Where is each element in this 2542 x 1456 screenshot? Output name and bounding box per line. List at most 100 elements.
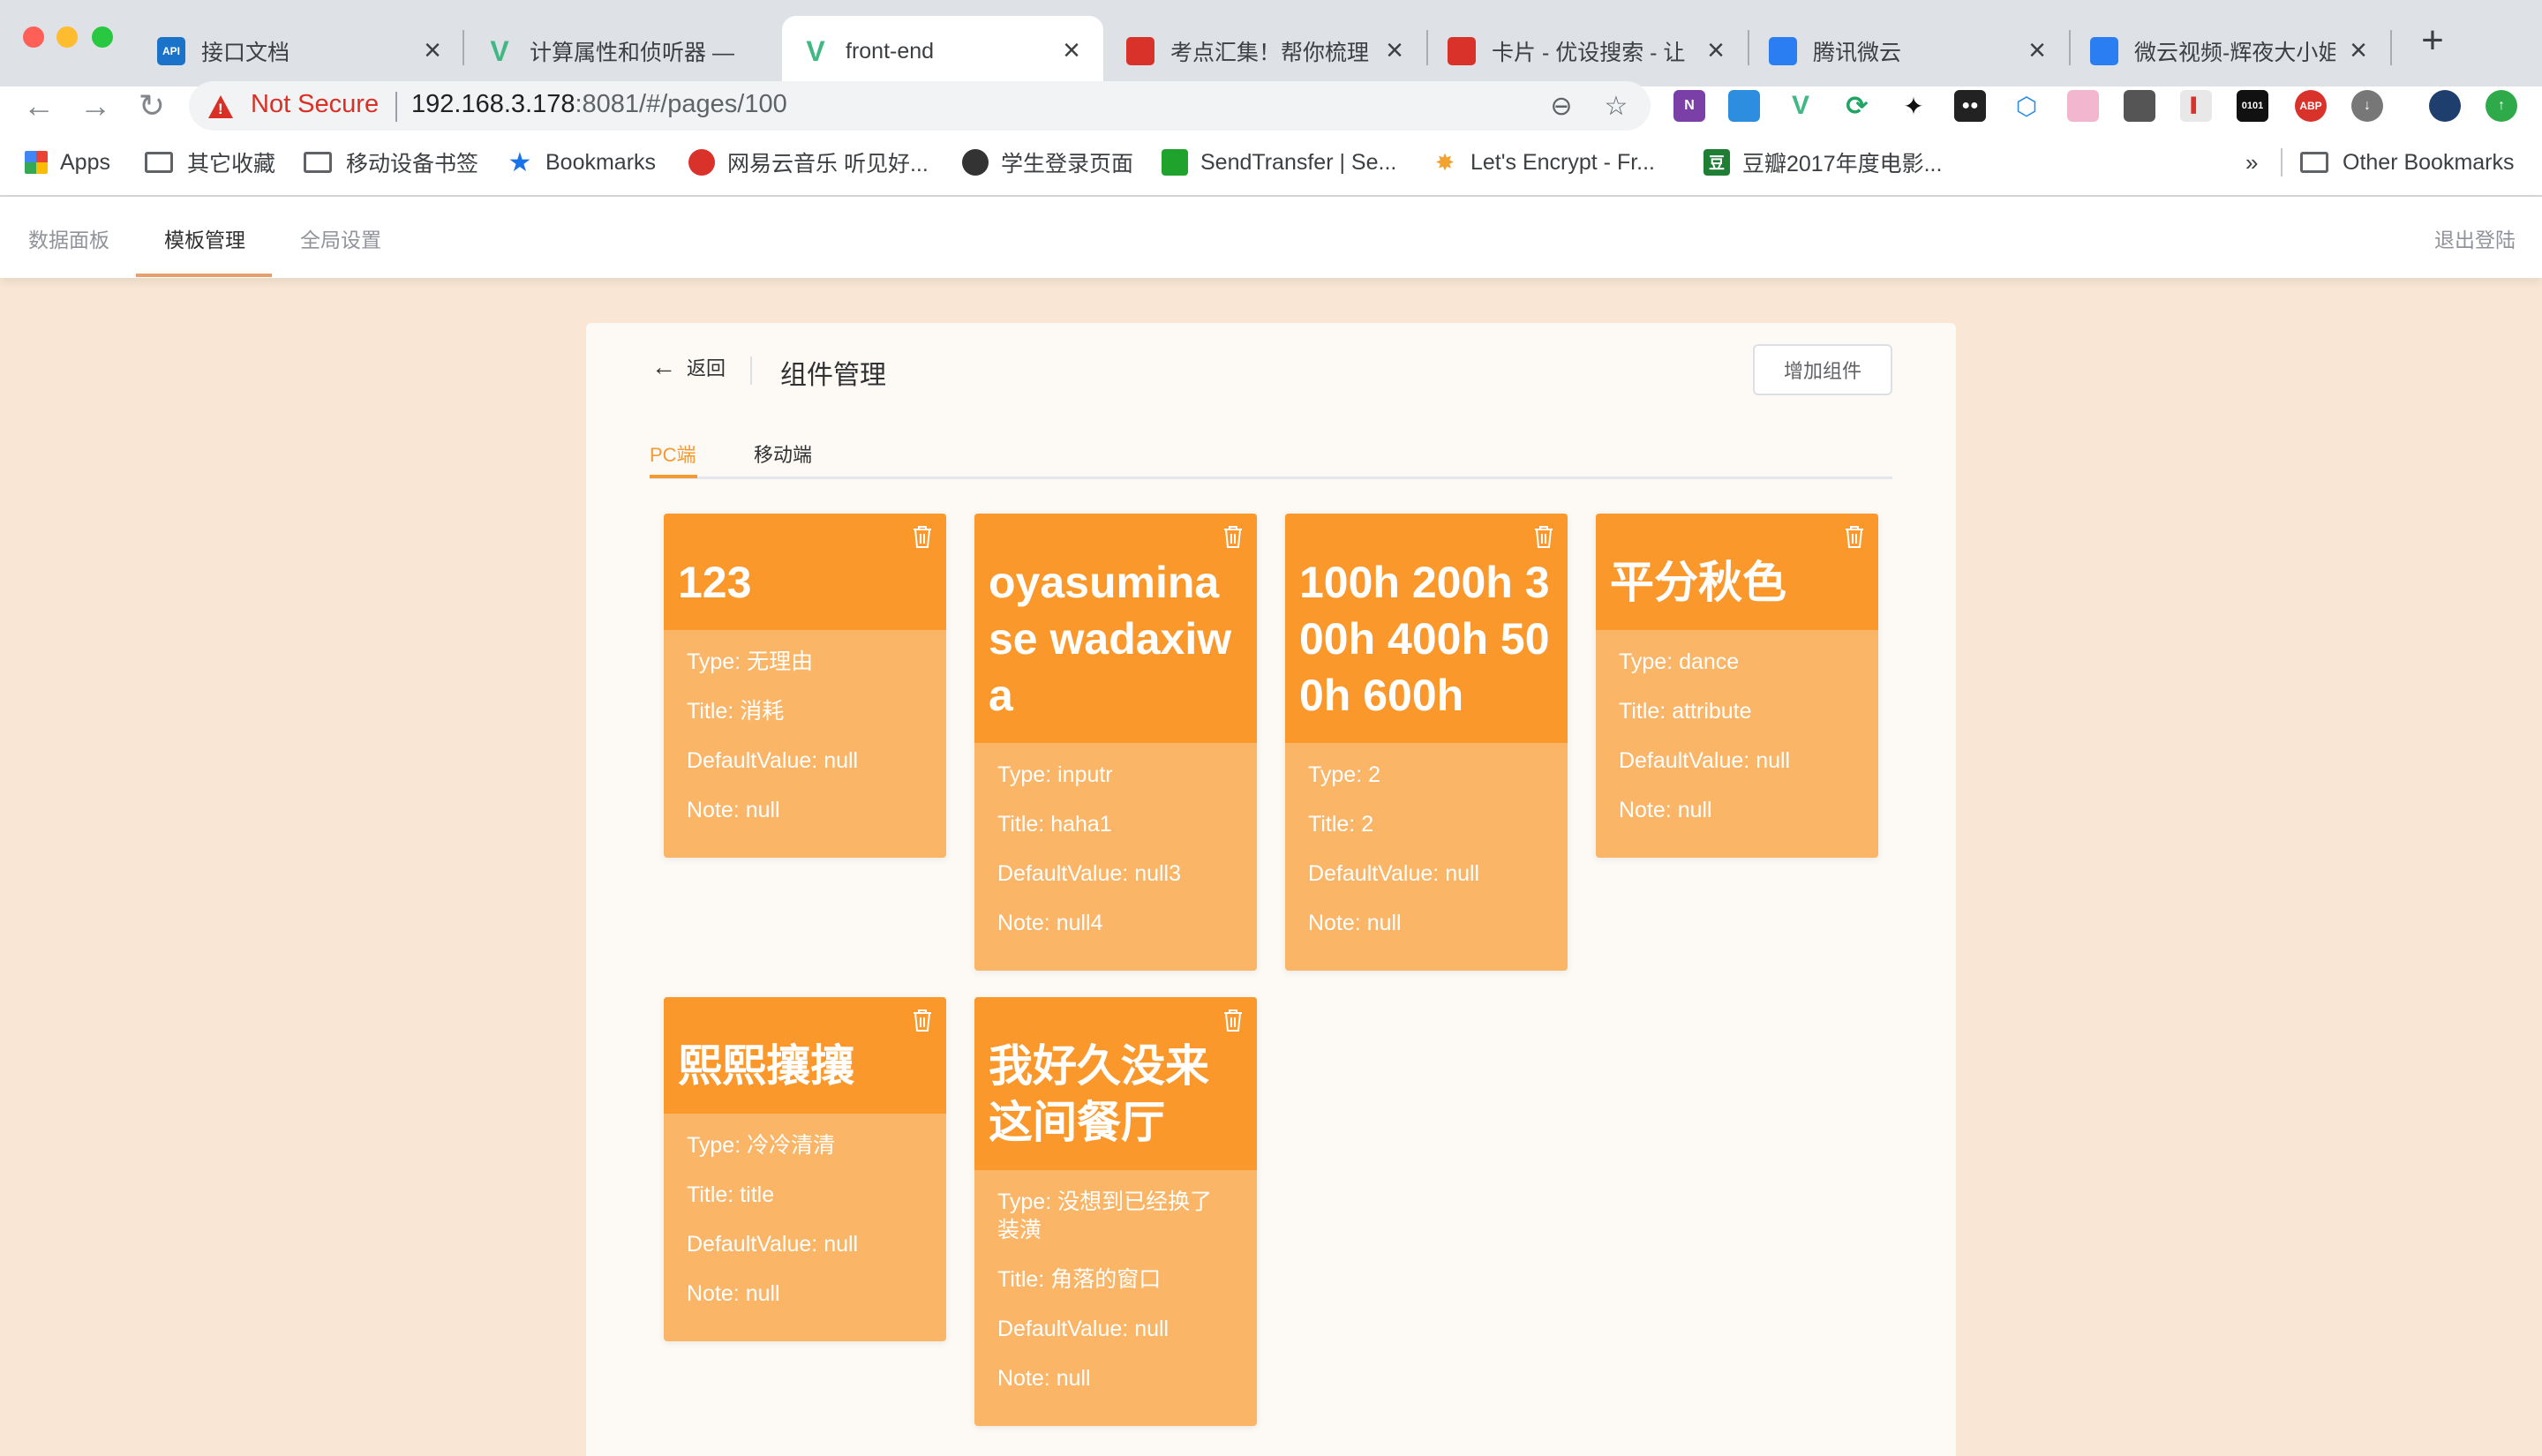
- folder-icon: [2300, 152, 2328, 173]
- reload-icon[interactable]: ↻: [134, 88, 169, 124]
- tab-close-icon[interactable]: ×: [420, 35, 445, 65]
- forward-arrow-icon[interactable]: →: [78, 88, 113, 124]
- folder-icon: [304, 152, 332, 173]
- security-indicator[interactable]: Not Secure: [251, 90, 379, 119]
- vue-devtools-icon[interactable]: V: [1785, 90, 1816, 122]
- tab-close-icon[interactable]: ×: [1703, 35, 1728, 65]
- tab-active-indicator: [650, 475, 697, 478]
- letsencrypt-icon: ✸: [1435, 148, 1455, 176]
- component-card[interactable]: 我好久没来这间餐厅 Type: 没想到已经换了装潢 Title: 角落的窗口 D…: [974, 997, 1257, 1426]
- extension-icon[interactable]: ✦: [1898, 90, 1929, 122]
- url-host: 192.168.3.178: [411, 90, 575, 118]
- window-maximize-button[interactable]: [92, 26, 113, 48]
- trash-icon[interactable]: [911, 524, 934, 549]
- zoom-icon[interactable]: ⊖: [1546, 92, 1576, 122]
- extension-icon[interactable]: ●●: [1954, 90, 1986, 122]
- download-icon[interactable]: ↓: [2351, 90, 2383, 122]
- bookmark-item[interactable]: ★ Bookmarks: [507, 145, 657, 180]
- sync-extension-icon[interactable]: ⟳: [1841, 90, 1873, 122]
- trash-icon[interactable]: [1222, 524, 1245, 549]
- tab-close-icon[interactable]: ×: [1059, 35, 1084, 65]
- tab-close-icon[interactable]: ×: [2025, 35, 2049, 65]
- card-body: Type: 无理由 Title: 消耗 DefaultValue: null N…: [664, 630, 946, 858]
- back-button[interactable]: ← 返回: [651, 353, 726, 381]
- bookmark-folder[interactable]: 移动设备书签: [304, 145, 478, 180]
- binary-extension-icon[interactable]: 0101: [2237, 90, 2268, 122]
- card-body: Type: dance Title: attribute DefaultValu…: [1596, 630, 1878, 858]
- tab-title: 腾讯微云: [1813, 41, 1902, 65]
- card-note: Note: null: [1308, 911, 1402, 935]
- apps-grid-icon: [25, 151, 48, 174]
- weiyun-icon: [1769, 37, 1797, 65]
- browser-tab[interactable]: 卡片 - 优设搜索 - 让 ×: [1428, 16, 1748, 86]
- address-bar[interactable]: [189, 81, 1651, 131]
- trash-icon[interactable]: [1222, 1008, 1245, 1032]
- bookmark-item[interactable]: 网易云音乐 听见好...: [688, 145, 929, 180]
- component-card[interactable]: 熙熙攘攘 Type: 冷冷清清 Title: title DefaultValu…: [664, 997, 946, 1341]
- bookmark-label: 移动设备书签: [346, 152, 479, 176]
- component-card[interactable]: oyasuminase wadaxiwa Type: inputr Title:…: [974, 514, 1257, 971]
- browser-tab[interactable]: API 接口文档 ×: [138, 16, 464, 86]
- browser-tab-active[interactable]: V front-end ×: [782, 16, 1103, 86]
- update-icon[interactable]: ↑: [2486, 90, 2517, 122]
- card-body: Type: 没想到已经换了装潢 Title: 角落的窗口 DefaultValu…: [974, 1170, 1257, 1426]
- card-title: Title: 角落的窗口: [997, 1267, 1162, 1292]
- app-top-nav: [0, 197, 2542, 278]
- component-card[interactable]: 平分秋色 Type: dance Title: attribute Defaul…: [1596, 514, 1878, 858]
- page-title: 组件管理: [780, 361, 886, 390]
- window-minimize-button[interactable]: [56, 26, 78, 48]
- back-arrow-icon[interactable]: ←: [21, 88, 56, 124]
- tab-pc[interactable]: PC端: [650, 439, 696, 468]
- douban-icon: 豆: [1703, 149, 1730, 176]
- card-name: oyasuminase wadaxiwa: [989, 558, 1232, 720]
- bookmark-item[interactable]: ✸ Let's Encrypt - Fr...: [1432, 145, 1655, 180]
- onenote-icon[interactable]: N: [1673, 90, 1705, 122]
- tab-mobile[interactable]: 移动端: [754, 439, 812, 468]
- trash-icon[interactable]: [1843, 524, 1866, 549]
- bookmark-folder[interactable]: 其它收藏: [145, 145, 275, 180]
- component-card[interactable]: 100h 200h 300h 400h 500h 600h Type: 2 Ti…: [1285, 514, 1568, 971]
- tab-close-icon[interactable]: ×: [1382, 35, 1407, 65]
- vue-icon: V: [806, 34, 825, 67]
- profile-avatar[interactable]: [2429, 90, 2461, 122]
- url-path: :8081/#/pages/100: [575, 90, 787, 118]
- card-name: 熙熙攘攘: [678, 1041, 854, 1091]
- logout-link[interactable]: 退出登陆: [2434, 223, 2516, 253]
- bookmark-label: Apps: [60, 149, 110, 175]
- bookmark-apps[interactable]: Apps: [25, 145, 110, 180]
- browser-tab[interactable]: 考点汇集！帮你梳理 ×: [1107, 16, 1426, 86]
- component-card[interactable]: 123 Type: 无理由 Title: 消耗 DefaultValue: nu…: [664, 514, 946, 858]
- tab-title: front-end: [846, 38, 935, 64]
- tab-close-icon[interactable]: ×: [2346, 35, 2371, 65]
- adblock-plus-icon[interactable]: ABP: [2295, 90, 2327, 122]
- bilibili-icon[interactable]: [2067, 90, 2099, 122]
- tab-title: 微云视频-辉夜大小姐: [2134, 41, 2335, 65]
- extension-icon[interactable]: ⬡: [2011, 90, 2042, 122]
- browser-tab[interactable]: V 计算属性和侦听器 —: [466, 16, 784, 86]
- browser-tab[interactable]: 微云视频-辉夜大小姐 ×: [2071, 16, 2390, 86]
- browser-tab[interactable]: 腾讯微云 ×: [1749, 16, 2069, 86]
- card-default-value: DefaultValue: null: [687, 748, 859, 773]
- card-name: 100h 200h 300h 400h 500h 600h: [1299, 558, 1550, 720]
- bookmarks-overflow-button[interactable]: »: [2245, 145, 2258, 180]
- add-component-button[interactable]: 增加组件: [1753, 344, 1892, 395]
- bookmark-item[interactable]: 学生登录页面: [962, 145, 1133, 180]
- extension-icon[interactable]: [2124, 90, 2155, 122]
- trash-icon[interactable]: [911, 1008, 934, 1032]
- bookmark-item[interactable]: 豆 豆瓣2017年度电影...: [1703, 145, 1942, 180]
- window-close-button[interactable]: [23, 26, 44, 48]
- address-separator: [395, 92, 397, 122]
- card-type: Type: 没想到已经换了装潢: [997, 1190, 1213, 1242]
- card-note: Note: null: [687, 1281, 780, 1306]
- nav-dashboard[interactable]: 数据面板: [28, 223, 109, 253]
- nav-template-management[interactable]: 模板管理: [164, 223, 245, 253]
- extension-icon[interactable]: ▌: [2180, 90, 2212, 122]
- bookmark-star-icon[interactable]: ☆: [1601, 92, 1631, 122]
- trash-icon[interactable]: [1532, 524, 1555, 549]
- bookmark-item[interactable]: SendTransfer | Se...: [1162, 145, 1396, 180]
- other-bookmarks-folder[interactable]: Other Bookmarks: [2300, 145, 2515, 180]
- extension-icon[interactable]: [1728, 90, 1760, 122]
- url-text[interactable]: 192.168.3.178:8081/#/pages/100: [411, 90, 787, 119]
- new-tab-button[interactable]: +: [2413, 21, 2452, 62]
- nav-global-settings[interactable]: 全局设置: [300, 223, 381, 253]
